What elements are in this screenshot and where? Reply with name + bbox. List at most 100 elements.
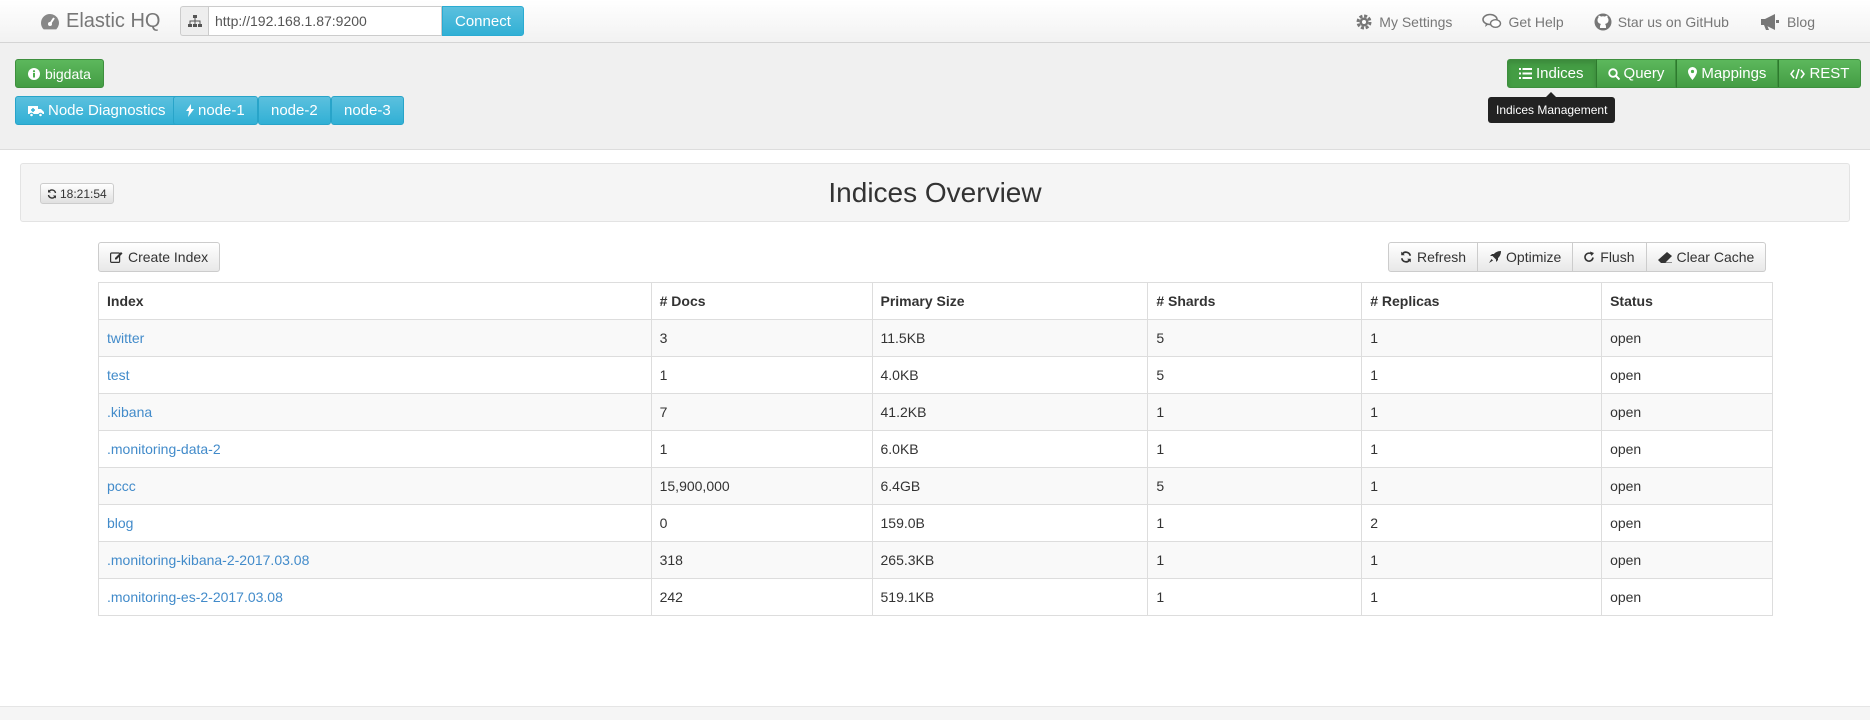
create-index-button[interactable]: Create Index: [98, 242, 221, 272]
tab-rest-label: REST: [1809, 65, 1850, 82]
github-link[interactable]: Star us on GitHub: [1594, 13, 1729, 31]
status-cell: open: [1601, 578, 1773, 616]
eraser-icon: [1657, 251, 1672, 263]
cluster-name: bigdata: [45, 65, 91, 82]
index-link[interactable]: twitter: [107, 330, 144, 346]
get-help-link[interactable]: Get Help: [1482, 13, 1564, 30]
shards-cell: 5: [1147, 319, 1363, 357]
docs-cell: 15,900,000: [650, 467, 873, 505]
node-label-node-2: node-2: [271, 102, 318, 119]
shards-cell: 1: [1147, 578, 1363, 616]
index-cell: pccc: [98, 467, 652, 505]
blog-link[interactable]: Blog: [1759, 13, 1815, 31]
chat-icon: [1482, 13, 1502, 30]
cluster-url-input[interactable]: [208, 6, 442, 36]
indices-tooltip: Indices Management: [1488, 92, 1616, 123]
tab-indices-label: Indices: [1536, 65, 1584, 82]
index-link[interactable]: test: [107, 367, 130, 383]
index-link[interactable]: .monitoring-es-2-2017.03.08: [107, 589, 283, 605]
status-cell: open: [1601, 467, 1773, 505]
table-header-row: Index # Docs Primary Size # Shards # Rep…: [98, 282, 1773, 320]
blog-label: Blog: [1786, 13, 1815, 30]
flush-button[interactable]: Flush: [1573, 242, 1647, 272]
navbar-links: My Settings Get Help Star us on GitHub B…: [1355, 0, 1870, 43]
ambulance-icon: [28, 105, 44, 117]
optimize-button[interactable]: Optimize: [1478, 242, 1574, 272]
status-cell: open: [1601, 504, 1773, 542]
cluster-name-button[interactable]: bigdata: [15, 59, 104, 88]
my-settings-link[interactable]: My Settings: [1355, 13, 1452, 31]
replicas-cell: 1: [1361, 430, 1603, 468]
search-icon: [1607, 67, 1620, 80]
shards-cell: 1: [1147, 541, 1363, 579]
index-link[interactable]: .monitoring-data-2: [107, 441, 221, 457]
page-title: Indices Overview: [828, 177, 1042, 208]
connect-button[interactable]: Connect: [442, 6, 524, 36]
shards-cell: 5: [1147, 356, 1363, 394]
node-button-node-1[interactable]: node-1: [173, 96, 258, 125]
index-link[interactable]: .monitoring-kibana-2-2017.03.08: [107, 552, 309, 568]
size-cell: 6.4GB: [871, 467, 1149, 505]
brand[interactable]: Elastic HQ: [40, 10, 160, 33]
index-link[interactable]: blog: [107, 515, 133, 531]
bolt-icon: [186, 104, 194, 117]
size-cell: 265.3KB: [871, 541, 1149, 579]
index-link[interactable]: .kibana: [107, 404, 152, 420]
column-header-status[interactable]: Status: [1601, 282, 1773, 320]
status-cell: open: [1601, 393, 1773, 431]
clear-cache-label: Clear Cache: [1676, 249, 1755, 265]
main-tabs: Indices Query Mappings REST: [1507, 59, 1862, 88]
tab-mappings-label: Mappings: [1701, 65, 1767, 82]
create-index-label: Create Index: [128, 249, 209, 265]
table-row: .kibana 7 41.2KB 1 1 open: [98, 393, 1773, 431]
replicas-cell: 1: [1361, 578, 1603, 616]
replicas-cell: 2: [1361, 504, 1603, 542]
shards-cell: 5: [1147, 467, 1363, 505]
footer: [0, 706, 1870, 720]
refresh-button[interactable]: Refresh: [1388, 242, 1479, 272]
clear-cache-button[interactable]: Clear Cache: [1646, 242, 1767, 272]
size-cell: 519.1KB: [871, 578, 1149, 616]
size-cell: 6.0KB: [871, 430, 1149, 468]
node-button-node-3[interactable]: node-3: [331, 96, 404, 125]
docs-cell: 242: [650, 578, 873, 616]
column-header-index[interactable]: Index: [98, 282, 652, 320]
shards-cell: 1: [1147, 393, 1363, 431]
index-link[interactable]: pccc: [107, 478, 136, 494]
replicas-cell: 1: [1361, 393, 1603, 431]
status-cell: open: [1601, 430, 1773, 468]
index-cell: test: [98, 356, 652, 394]
tab-query[interactable]: Query: [1595, 59, 1677, 88]
index-actions: Refresh Optimize Flush Clear Cache: [1388, 242, 1767, 272]
replicas-cell: 1: [1361, 541, 1603, 579]
node-label-node-1: node-1: [198, 102, 245, 119]
tab-rest[interactable]: REST: [1778, 59, 1862, 88]
tab-mappings[interactable]: Mappings: [1676, 59, 1779, 88]
index-cell: .monitoring-es-2-2017.03.08: [98, 578, 652, 616]
bullhorn-icon: [1759, 13, 1781, 31]
shards-cell: 1: [1147, 504, 1363, 542]
docs-cell: 3: [650, 319, 873, 357]
column-header-replicas[interactable]: # Replicas: [1361, 282, 1603, 320]
status-cell: open: [1601, 356, 1773, 394]
docs-cell: 0: [650, 504, 873, 542]
size-cell: 4.0KB: [871, 356, 1149, 394]
status-cell: open: [1601, 319, 1773, 357]
table-row: blog 0 159.0B 1 2 open: [98, 504, 1773, 542]
get-help-label: Get Help: [1508, 13, 1564, 30]
tab-indices[interactable]: Indices: [1507, 59, 1596, 88]
node-diagnostics-button[interactable]: Node Diagnostics: [15, 96, 179, 125]
tooltip-text: Indices Management: [1488, 97, 1616, 123]
index-cell: .monitoring-data-2: [98, 430, 652, 468]
github-icon: [1594, 13, 1612, 31]
column-header-docs[interactable]: # Docs: [650, 282, 873, 320]
table-row: .monitoring-kibana-2-2017.03.08 318 265.…: [98, 541, 1773, 579]
docs-cell: 318: [650, 541, 873, 579]
rocket-icon: [1489, 251, 1502, 263]
gear-icon: [1355, 13, 1373, 31]
brand-name: Elastic HQ: [66, 10, 161, 32]
node-button-node-2[interactable]: node-2: [258, 96, 331, 125]
column-header-shards[interactable]: # Shards: [1147, 282, 1363, 320]
column-header-size[interactable]: Primary Size: [871, 282, 1149, 320]
index-cell: twitter: [98, 319, 652, 357]
